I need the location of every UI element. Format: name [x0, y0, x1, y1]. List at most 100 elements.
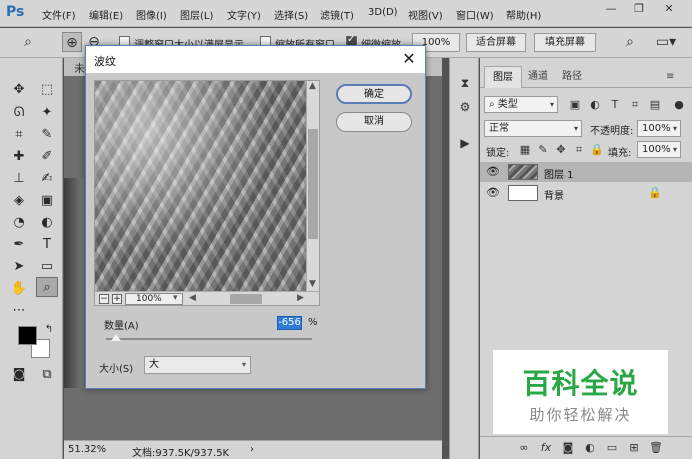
filter-type-icon[interactable]: T: [608, 98, 622, 112]
tab-paths[interactable]: 路径: [554, 66, 590, 88]
lasso-tool-icon[interactable]: ᘏ: [8, 103, 30, 123]
tab-channels[interactable]: 通道: [520, 66, 556, 88]
filter-toggle-icon[interactable]: ●: [672, 98, 686, 112]
eraser-tool-icon[interactable]: ◈: [8, 191, 30, 211]
ok-button[interactable]: 确定: [336, 84, 412, 104]
filter-pixel-icon[interactable]: ▣: [568, 98, 582, 112]
type-tool-icon[interactable]: T: [36, 235, 58, 255]
quick-mask-icon[interactable]: ◙: [8, 365, 30, 385]
healing-brush-icon[interactable]: ✚: [8, 147, 30, 167]
fx-icon[interactable]: fx: [538, 440, 554, 456]
menu-help[interactable]: 帮助(H): [506, 7, 541, 22]
zoom-in-icon[interactable]: +: [112, 294, 122, 304]
trash-icon[interactable]: 🗑: [648, 440, 664, 456]
lock-pixels-icon[interactable]: ✎: [536, 143, 550, 157]
scroll-right-icon[interactable]: ▶: [297, 293, 304, 303]
opacity-input[interactable]: 100% ▾: [637, 120, 681, 137]
menu-window[interactable]: 窗口(W): [456, 7, 494, 22]
lock-artboard-icon[interactable]: ⌗: [572, 143, 586, 157]
status-arrow-icon[interactable]: ›: [250, 444, 254, 455]
group-icon[interactable]: ▭: [604, 440, 620, 456]
crop-tool-icon[interactable]: ⌗: [8, 125, 30, 145]
watermark: 百科全说 助你轻松解决: [493, 350, 668, 434]
blur-tool-icon[interactable]: ◔: [8, 213, 30, 233]
zoom-in-icon[interactable]: ⊕: [62, 32, 82, 52]
gradient-tool-icon[interactable]: ▣: [36, 191, 58, 211]
cancel-button[interactable]: 取消: [336, 112, 412, 132]
menu-edit[interactable]: 编辑(E): [89, 7, 123, 22]
lock-all-icon[interactable]: 🔒: [590, 143, 604, 157]
dodge-tool-icon[interactable]: ◐: [36, 213, 58, 233]
screen-mode-icon[interactable]: ⧉: [36, 365, 58, 385]
close-icon[interactable]: ✕: [399, 49, 419, 69]
search-icon[interactable]: ⌕: [620, 32, 640, 52]
move-tool-icon[interactable]: ✥: [8, 80, 30, 100]
restore-icon[interactable]: ❐: [628, 0, 650, 20]
history-brush-icon[interactable]: ✍: [36, 169, 58, 189]
horizontal-scroll-thumb[interactable]: [230, 294, 262, 304]
history-panel-icon[interactable]: ⧗: [456, 74, 474, 92]
foreground-color-swatch[interactable]: [18, 326, 37, 345]
visibility-eye-icon[interactable]: 👁: [486, 165, 500, 179]
layer-name: 背景: [544, 191, 564, 202]
panel-menu-icon[interactable]: ≡: [666, 66, 674, 88]
more-tools-icon[interactable]: ⋯: [8, 301, 30, 321]
link-icon[interactable]: ∞: [516, 440, 532, 456]
zoom-tool-active-icon[interactable]: ⌕: [36, 277, 58, 297]
minimize-icon[interactable]: —: [600, 0, 622, 20]
magic-wand-icon[interactable]: ✦: [36, 103, 58, 123]
menu-3d[interactable]: 3D(D): [368, 7, 398, 18]
fit-screen-button[interactable]: 适合屏幕: [466, 33, 526, 52]
layer-row-background[interactable]: 👁 背景 🔒: [480, 183, 692, 203]
scroll-left-icon[interactable]: ◀: [189, 293, 196, 303]
marquee-tool-icon[interactable]: ⬚: [36, 80, 58, 100]
filter-preview[interactable]: ▲ ▼ − + 100% ▾ ◀ ▶: [94, 80, 320, 306]
visibility-eye-icon[interactable]: 👁: [486, 186, 500, 200]
new-layer-icon[interactable]: ⊞: [626, 440, 642, 456]
vertical-scroll-thumb[interactable]: [308, 129, 318, 239]
amount-input[interactable]: -656: [277, 316, 302, 330]
menu-filter[interactable]: 滤镜(T): [320, 7, 354, 22]
menu-layer[interactable]: 图层(L): [180, 7, 213, 22]
menu-view[interactable]: 视图(V): [408, 7, 443, 22]
blend-mode-select[interactable]: 正常 ▾: [484, 120, 582, 137]
menu-type[interactable]: 文字(Y): [227, 7, 261, 22]
size-select[interactable]: 大 ▾: [144, 356, 251, 374]
zoom-out-icon[interactable]: −: [99, 294, 109, 304]
layer-row-layer1[interactable]: 👁 图层 1: [480, 162, 692, 182]
mask-icon[interactable]: ◙: [560, 440, 576, 456]
fill-screen-button[interactable]: 填充屏幕: [534, 33, 596, 52]
scroll-down-icon[interactable]: ▼: [309, 279, 316, 289]
swap-colors-icon[interactable]: ↰: [38, 320, 60, 340]
amount-slider-handle[interactable]: [111, 334, 122, 341]
menu-image[interactable]: 图像(I): [136, 7, 167, 22]
filter-adjust-icon[interactable]: ◐: [588, 98, 602, 112]
preview-vertical-scrollbar[interactable]: ▲ ▼: [306, 81, 319, 291]
filter-smart-icon[interactable]: ▤: [648, 98, 662, 112]
menu-select[interactable]: 选择(S): [274, 7, 308, 22]
workspace-icon[interactable]: ▭▾: [648, 32, 684, 52]
scroll-up-icon[interactable]: ▲: [309, 81, 316, 91]
zoom-tool-icon[interactable]: ⌕: [18, 32, 38, 52]
fill-input[interactable]: 100% ▾: [637, 141, 681, 158]
actions-play-icon[interactable]: ▶: [456, 134, 474, 152]
zoom-level[interactable]: 51.32%: [68, 444, 106, 455]
preview-image[interactable]: [95, 81, 307, 291]
eyedropper-icon[interactable]: ✎: [36, 125, 58, 145]
amount-slider-track[interactable]: [106, 338, 312, 340]
lock-position-icon[interactable]: ✥: [554, 143, 568, 157]
tab-layers[interactable]: 图层: [484, 66, 522, 88]
close-window-icon[interactable]: ✕: [658, 0, 680, 20]
layer-filter-select[interactable]: ⌕ 类型 ▾: [484, 96, 558, 113]
properties-panel-icon[interactable]: ⚙: [456, 98, 474, 116]
path-select-icon[interactable]: ➤: [8, 257, 30, 277]
hand-tool-icon[interactable]: ✋: [8, 279, 30, 299]
brush-tool-icon[interactable]: ✐: [36, 147, 58, 167]
filter-shape-icon[interactable]: ⌗: [628, 98, 642, 112]
lock-transparent-icon[interactable]: ▦: [518, 143, 532, 157]
rectangle-tool-icon[interactable]: ▭: [36, 257, 58, 277]
adjustment-icon[interactable]: ◐: [582, 440, 598, 456]
menu-file[interactable]: 文件(F): [42, 7, 76, 22]
clone-stamp-icon[interactable]: ⊥: [8, 169, 30, 189]
pen-tool-icon[interactable]: ✒: [8, 235, 30, 255]
